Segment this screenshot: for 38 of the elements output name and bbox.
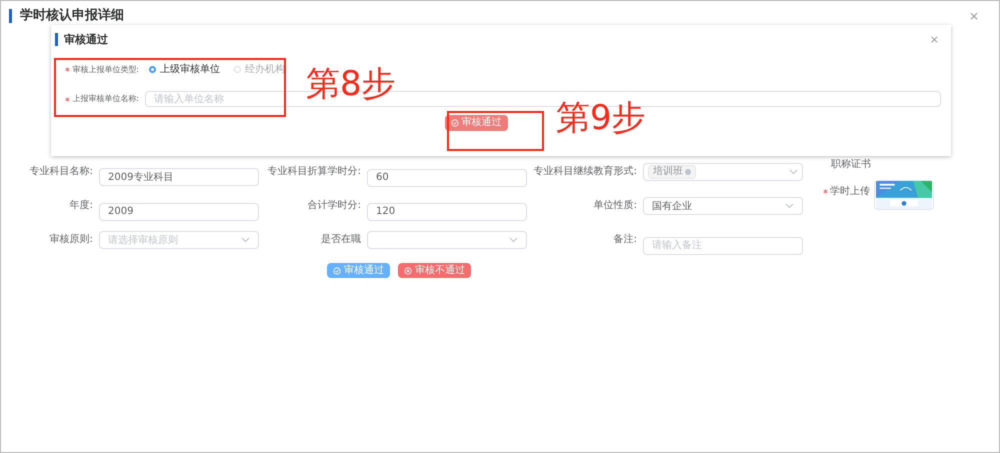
field-label: 单位性质: — [592, 198, 637, 212]
text-field[interactable]: 2009专业科目 — [99, 168, 259, 186]
close-circle-icon — [404, 266, 412, 274]
select-field[interactable]: 请选择审核原则 — [99, 231, 259, 249]
select-field[interactable]: 国有企业 — [643, 197, 803, 215]
field-label: 专业科目名称: — [28, 164, 93, 178]
check-circle-icon — [450, 119, 458, 127]
text-field[interactable]: 120 — [367, 202, 527, 220]
text-field[interactable]: 60 — [367, 168, 527, 186]
dialog-title: 审核通过 — [55, 33, 108, 46]
field-label: 审核上报单位类型: — [72, 64, 139, 76]
confirm-button[interactable]: 审核通过 — [444, 115, 508, 131]
chevron-down-icon — [789, 169, 798, 175]
action-button[interactable]: 审核不通过 — [398, 263, 471, 278]
check-circle-icon — [333, 266, 341, 274]
chevron-down-icon — [785, 203, 794, 209]
certificate-label: 职称证书 — [831, 158, 872, 172]
radio-option[interactable]: 经办机构 — [234, 62, 285, 77]
field-label: 专业科目折算学时分: — [266, 164, 361, 178]
upload-label: 学时上传 — [830, 184, 870, 199]
tag: 培训班 — [648, 165, 696, 179]
field-label: 上报审核单位名称: — [72, 93, 139, 105]
field-label: 年度: — [68, 198, 93, 212]
field-label: 审核原则: — [48, 232, 93, 246]
text-field[interactable]: 请输入备注 — [643, 236, 803, 254]
field-label: 专业科目继续教育形式: — [533, 164, 637, 178]
field-label: 备注: — [612, 232, 637, 246]
field-label: 合计学时分: — [306, 198, 361, 212]
radio-option[interactable]: 上级审核单位 — [149, 62, 220, 77]
chevron-down-icon — [509, 237, 518, 243]
select-field[interactable] — [367, 231, 527, 249]
chevron-down-icon — [241, 237, 250, 243]
close-button[interactable]: × — [968, 10, 979, 22]
close-button[interactable]: × — [930, 34, 939, 45]
text-field[interactable]: 2009 — [99, 202, 259, 220]
field-label: 是否在職 — [320, 232, 361, 246]
select-field[interactable]: 培训班 — [643, 163, 803, 181]
action-button[interactable]: 审核通过 — [327, 263, 390, 278]
